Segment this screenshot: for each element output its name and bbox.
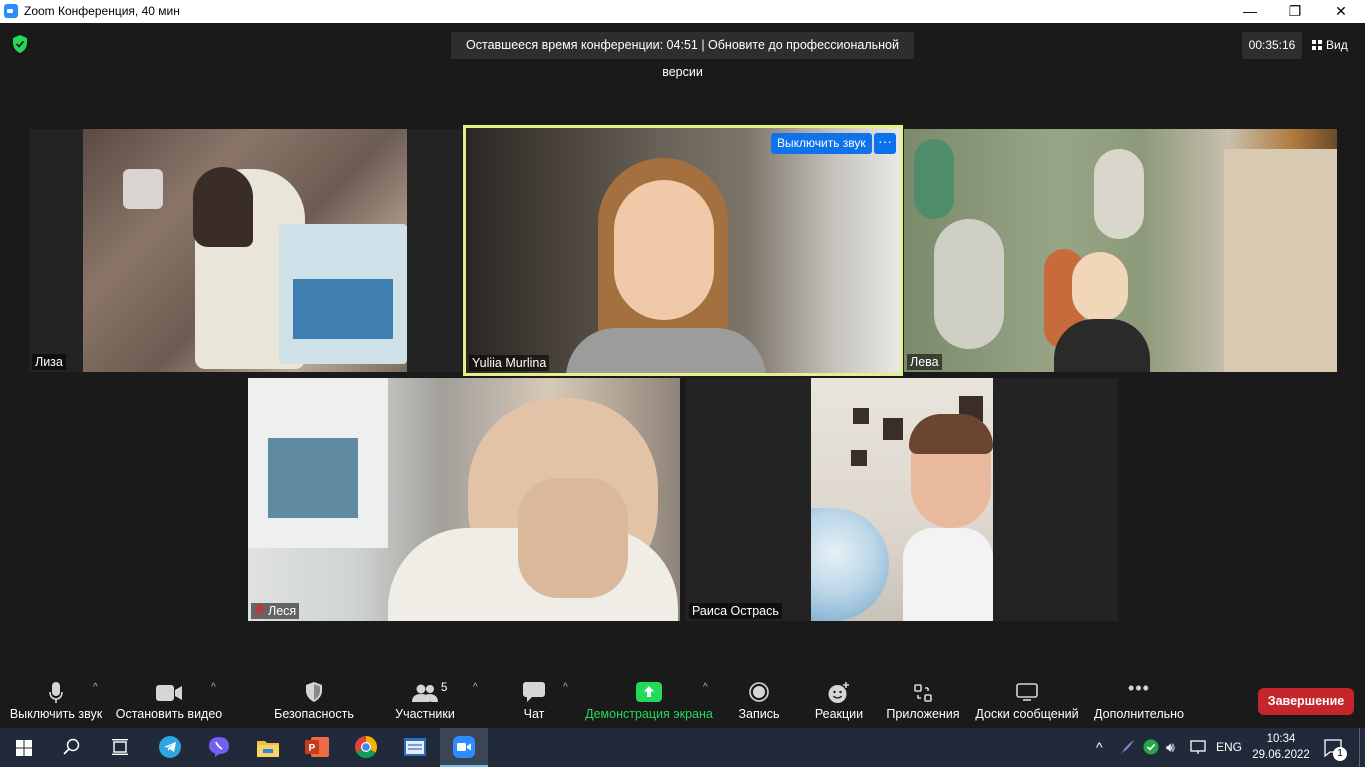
zoom-app-icon: [4, 4, 18, 18]
show-desktop-button[interactable]: [1359, 728, 1365, 767]
participant-name-muted: Леся: [251, 603, 300, 619]
apps-button[interactable]: Приложения: [884, 672, 962, 728]
zoom-icon[interactable]: [440, 728, 488, 767]
participant-video: [811, 378, 993, 621]
participant-tile-lesya[interactable]: Леся: [248, 378, 680, 621]
language-indicator[interactable]: ENG: [1216, 728, 1242, 767]
participant-more-button[interactable]: ···: [874, 133, 896, 154]
meeting-header: Оставшееся время конференции: 04:51 | Об…: [0, 23, 1365, 79]
participant-video: [904, 129, 1337, 372]
participant-name: Лиза: [32, 354, 66, 370]
whiteboard-icon: [1016, 683, 1038, 701]
more-dots-icon: •••: [1128, 678, 1150, 698]
reactions-button[interactable]: Реакции: [810, 672, 868, 728]
security-shield-icon: [306, 682, 322, 702]
participant-tile-raisa[interactable]: Раиса Острась: [686, 378, 1118, 621]
more-button[interactable]: ••• Дополнительно: [1092, 672, 1186, 728]
participant-name: Лева: [907, 354, 942, 370]
participants-icon: [412, 684, 438, 702]
viber-icon[interactable]: [195, 728, 243, 767]
view-label: Вид: [1326, 38, 1348, 52]
participant-tile-yuliia[interactable]: Yuliia Murlina: [466, 128, 900, 373]
end-meeting-button[interactable]: Завершение: [1258, 688, 1354, 715]
close-button[interactable]: ✕: [1318, 0, 1364, 23]
participant-video: [83, 129, 407, 372]
participant-name: Раиса Острась: [689, 603, 782, 619]
file-explorer-icon[interactable]: [244, 728, 292, 767]
share-screen-button[interactable]: Демонстрация экрана: [582, 672, 716, 728]
participants-count: 5: [441, 682, 448, 694]
telegram-icon[interactable]: [146, 728, 194, 767]
powerpoint-icon[interactable]: P: [293, 728, 341, 767]
participant-tile-leva[interactable]: Лева: [904, 129, 1337, 372]
title-bar: Zoom Конференция, 40 мин — ❐ ✕: [0, 0, 1365, 23]
more-label: Дополнительно: [1094, 707, 1184, 721]
clock[interactable]: 10:34 29.06.2022: [1250, 731, 1312, 765]
video-options-chevron-icon[interactable]: ^: [211, 682, 216, 693]
time-limit-banner[interactable]: Оставшееся время конференции: 04:51 | Об…: [451, 32, 914, 79]
share-screen-label: Демонстрация экрана: [585, 707, 713, 721]
task-view-icon[interactable]: [96, 728, 144, 767]
share-screen-icon: [636, 682, 662, 702]
participant-name: Леся: [268, 604, 297, 618]
participants-options-chevron-icon[interactable]: ^: [473, 682, 478, 693]
video-camera-icon: [156, 685, 182, 701]
participant-name: Yuliia Murlina: [469, 355, 550, 371]
audio-options-chevron-icon[interactable]: ^: [93, 682, 98, 693]
notepad-icon[interactable]: [391, 728, 439, 767]
grid-view-icon: [1312, 40, 1322, 50]
mute-label: Выключить звук: [9, 707, 103, 721]
security-label: Безопасность: [274, 707, 354, 721]
whiteboards-label: Доски сообщений: [975, 707, 1079, 721]
chat-label: Чат: [523, 707, 545, 721]
stop-video-label: Остановить видео: [115, 707, 223, 721]
windows-taskbar: P ^ 🔊︎ ENG 10:34 29.06.2022 1: [0, 728, 1365, 767]
shield-check-icon[interactable]: [12, 35, 28, 53]
chrome-icon[interactable]: [342, 728, 390, 767]
participant-tile-liza[interactable]: Лиза: [29, 129, 462, 372]
network-check-icon[interactable]: [1143, 739, 1159, 755]
svg-text:P: P: [309, 743, 316, 754]
tray-expand-chevron-icon[interactable]: ^: [1096, 728, 1103, 767]
chat-options-chevron-icon[interactable]: ^: [563, 682, 568, 693]
maximize-button[interactable]: ❐: [1272, 0, 1318, 23]
search-icon[interactable]: [48, 728, 96, 767]
feather-tray-icon[interactable]: [1119, 739, 1135, 755]
participant-video: [248, 378, 680, 621]
display-network-icon[interactable]: [1190, 740, 1208, 755]
record-label: Запись: [738, 707, 780, 721]
participant-video: [466, 128, 900, 373]
reactions-label: Реакции: [814, 707, 864, 721]
reaction-smiley-icon: [828, 682, 849, 703]
minimize-button[interactable]: —: [1227, 0, 1273, 23]
notification-count-badge: 1: [1333, 747, 1347, 761]
clock-date: 29.06.2022: [1252, 749, 1310, 761]
participants-button[interactable]: 5 Участники: [386, 672, 464, 728]
apps-label: Приложения: [886, 707, 960, 721]
mute-participant-button[interactable]: Выключить звук: [771, 133, 872, 154]
security-button[interactable]: Безопасность: [268, 672, 360, 728]
view-button[interactable]: Вид: [1312, 32, 1348, 59]
meeting-toolbar: Выключить звук ^ Остановить видео ^ Безо…: [0, 672, 1365, 728]
clock-time: 10:34: [1266, 733, 1296, 745]
window-title: Zoom Конференция, 40 мин: [24, 4, 180, 18]
muted-mic-icon: [254, 604, 265, 616]
chat-button[interactable]: Чат: [510, 672, 558, 728]
participants-label: Участники: [395, 707, 455, 721]
record-button[interactable]: Запись: [732, 672, 786, 728]
windows-start-icon[interactable]: [0, 728, 48, 767]
apps-icon: [914, 684, 932, 702]
stop-video-button[interactable]: Остановить видео: [114, 672, 224, 728]
whiteboards-button[interactable]: Доски сообщений: [972, 672, 1082, 728]
chat-bubble-icon: [523, 682, 545, 702]
microphone-icon: [49, 682, 63, 703]
share-options-chevron-icon[interactable]: ^: [703, 682, 708, 693]
mute-button[interactable]: Выключить звук: [4, 672, 108, 728]
meeting-timer: 00:35:16: [1242, 32, 1302, 59]
volume-icon[interactable]: 🔊︎: [1166, 728, 1175, 767]
record-icon: [749, 682, 769, 702]
